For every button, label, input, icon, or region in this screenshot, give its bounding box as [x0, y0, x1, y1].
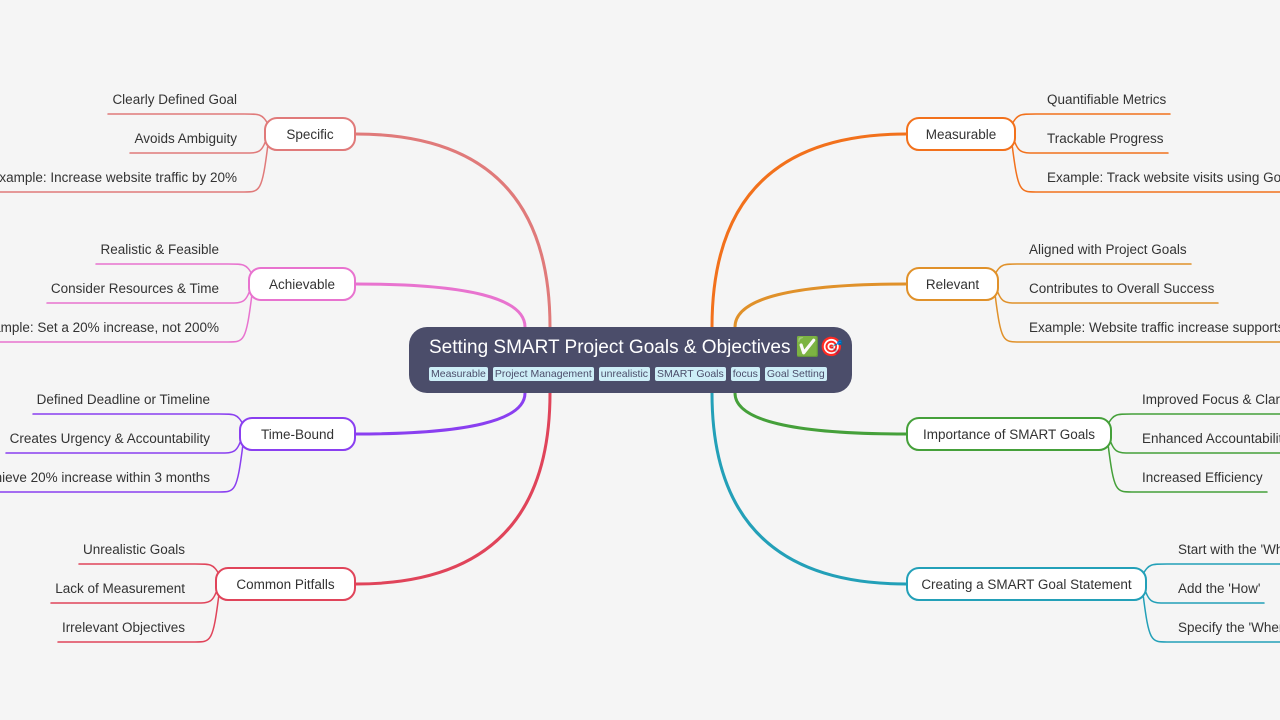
leaf-node[interactable]: Consider Resources & Time: [51, 281, 219, 297]
mindmap-canvas[interactable]: Setting SMART Project Goals & Objectives…: [0, 0, 1280, 720]
branch-node-specific[interactable]: Specific: [264, 117, 356, 151]
leaf-node[interactable]: Improved Focus & Clarity: [1142, 392, 1280, 408]
leaf-connector: [107, 113, 269, 125]
branch-connector: [354, 282, 527, 329]
leaf-node[interactable]: Clearly Defined Goal: [112, 92, 237, 108]
tag[interactable]: Project Management: [492, 367, 594, 381]
leaf-node[interactable]: Avoids Ambiguity: [134, 131, 237, 147]
leaf-node[interactable]: Quantifiable Metrics: [1047, 92, 1166, 108]
root-node[interactable]: Setting SMART Project Goals & Objectives…: [409, 327, 852, 393]
branch-connector: [733, 282, 908, 329]
branch-node-importance[interactable]: Importance of SMART Goals: [906, 417, 1112, 451]
branch-connector: [354, 391, 527, 436]
leaf-node[interactable]: Increased Efficiency: [1142, 470, 1263, 486]
branch-node-creating-statement[interactable]: Creating a SMART Goal Statement: [906, 567, 1147, 601]
branch-connector: [733, 391, 908, 436]
branch-node-achievable[interactable]: Achievable: [248, 267, 356, 301]
leaf-node[interactable]: Trackable Progress: [1047, 131, 1164, 147]
tag[interactable]: Goal Setting: [764, 367, 827, 381]
leaf-connector: [78, 563, 220, 575]
leaf-node[interactable]: Lack of Measurement: [55, 581, 185, 597]
leaf-node[interactable]: Creates Urgency & Accountability: [10, 431, 210, 447]
branch-connector: [354, 391, 552, 586]
branch-node-measurable[interactable]: Measurable: [906, 117, 1016, 151]
leaf-node[interactable]: Realistic & Feasible: [100, 242, 219, 258]
leaf-node[interactable]: Unrealistic Goals: [83, 542, 185, 558]
tag[interactable]: Measurable: [429, 367, 488, 381]
leaf-node[interactable]: Enhanced Accountability: [1142, 431, 1280, 447]
branch-connector: [710, 132, 908, 329]
leaf-node[interactable]: Example: Set a 20% increase, not 200%: [0, 320, 219, 336]
leaf-node[interactable]: Contributes to Overall Success: [1029, 281, 1214, 297]
tag[interactable]: unrealistic: [598, 367, 651, 381]
root-title: Setting SMART Project Goals & Objectives…: [429, 335, 843, 361]
branch-node-relevant[interactable]: Relevant: [906, 267, 999, 301]
check-target-emoji-icon: ✅🎯: [795, 337, 844, 358]
leaf-node[interactable]: Irrelevant Objectives: [62, 620, 185, 636]
leaf-node[interactable]: Example: Website traffic increase suppor…: [1029, 320, 1280, 336]
leaf-node[interactable]: Defined Deadline or Timeline: [37, 392, 210, 408]
leaf-connector: [1107, 413, 1280, 425]
leaf-node[interactable]: Specify the 'When': [1178, 620, 1280, 636]
leaf-connector: [32, 413, 244, 425]
leaf-node[interactable]: Aligned with Project Goals: [1029, 242, 1187, 258]
branch-connector: [354, 132, 552, 329]
leaf-connector: [1011, 113, 1171, 125]
leaf-node[interactable]: Start with the 'What': [1178, 542, 1280, 558]
tag[interactable]: SMART Goals: [655, 367, 726, 381]
leaf-node[interactable]: Example: Increase website traffic by 20%: [0, 170, 237, 186]
leaf-node[interactable]: Example: Track website visits using Goog…: [1047, 170, 1280, 186]
tag[interactable]: focus: [730, 367, 760, 381]
branch-connector: [710, 391, 908, 586]
branch-node-common-pitfalls[interactable]: Common Pitfalls: [215, 567, 356, 601]
leaf-connector: [95, 263, 253, 275]
leaf-node[interactable]: Add the 'How': [1178, 581, 1260, 597]
leaf-node[interactable]: Achieve 20% increase within 3 months: [0, 470, 210, 486]
root-title-text: Setting SMART Project Goals & Objectives: [429, 337, 791, 358]
branch-node-time-bound[interactable]: Time-Bound: [239, 417, 356, 451]
leaf-connector: [1142, 563, 1280, 575]
leaf-connector: [994, 263, 1192, 275]
root-tags: Measurable Project Management unrealisti…: [429, 367, 832, 381]
